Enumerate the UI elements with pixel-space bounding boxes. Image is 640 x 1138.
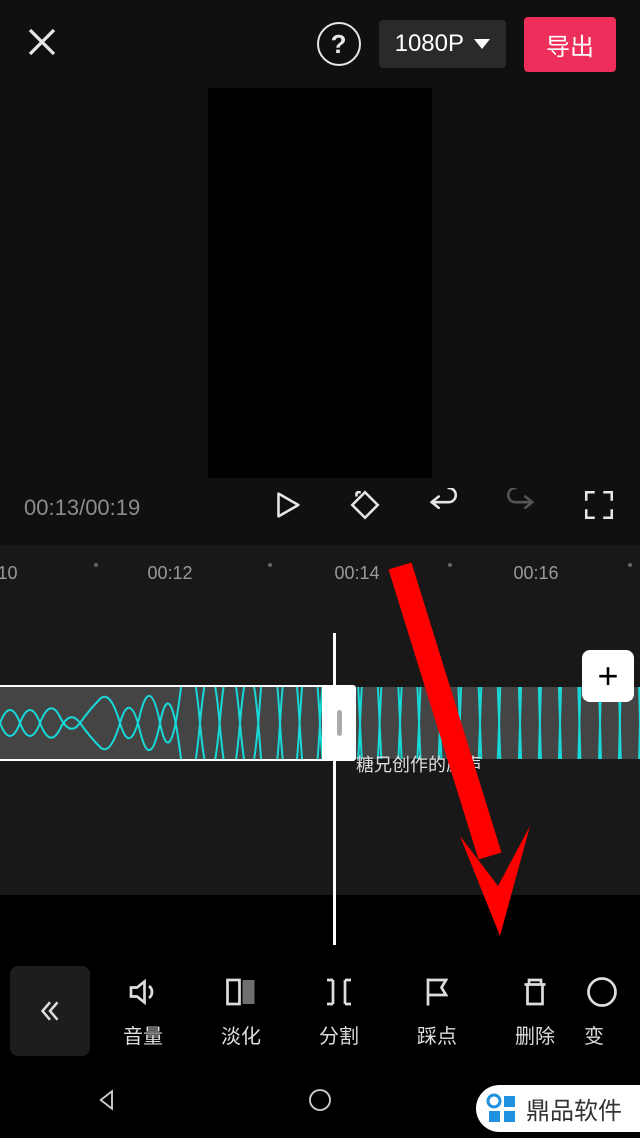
tool-speed[interactable]: 变 [584, 974, 624, 1049]
keyframe-icon [348, 488, 382, 522]
keyframe-button[interactable] [348, 488, 382, 527]
fade-icon [223, 974, 259, 1010]
ruler-dot [268, 563, 272, 567]
clip-handle[interactable] [322, 685, 356, 761]
video-preview [0, 88, 640, 478]
play-icon [270, 488, 304, 522]
help-button[interactable]: ? [317, 22, 361, 66]
resolution-label: 1080P [395, 30, 464, 58]
header-actions: ? 1080P 导出 [317, 17, 616, 72]
chevron-double-left-icon [35, 996, 65, 1026]
watermark: 鼎品软件 [476, 1085, 640, 1132]
ruler-dot [628, 563, 632, 567]
plus-icon: + [597, 655, 618, 697]
ruler-dot [94, 563, 98, 567]
trash-icon [517, 974, 553, 1010]
clip-title: 糖兄创作的原声 [356, 751, 482, 777]
question-icon: ? [331, 29, 347, 60]
playback-controls: 00:13/00:19 [0, 478, 640, 545]
fullscreen-button[interactable] [582, 488, 616, 527]
audio-track[interactable]: 糖兄创作的原声 [0, 633, 640, 853]
time-ruler: 0:10 00:12 00:14 00:16 [0, 553, 640, 593]
video-canvas[interactable] [208, 88, 432, 478]
undo-icon [426, 488, 460, 522]
ruler-dot [448, 563, 452, 567]
time-display: 00:13/00:19 [24, 495, 270, 521]
tool-beat[interactable]: 踩点 [388, 974, 486, 1049]
tool-split[interactable]: 分割 [290, 974, 388, 1049]
tool-fade[interactable]: 淡化 [192, 974, 290, 1049]
flag-icon [419, 974, 455, 1010]
ruler-tick: 00:14 [334, 563, 379, 584]
playhead[interactable] [333, 633, 336, 945]
chevron-down-icon [474, 39, 490, 49]
circle-icon [305, 1085, 335, 1115]
play-button[interactable] [270, 488, 304, 527]
volume-icon [125, 974, 161, 1010]
header-bar: ? 1080P 导出 [0, 0, 640, 88]
export-label: 导出 [546, 34, 594, 61]
ruler-tick: 00:12 [147, 563, 192, 584]
add-clip-button[interactable]: + [582, 650, 634, 702]
bottom-toolbar: 音量 淡化 分割 踩点 删除 变 [0, 956, 640, 1066]
nav-home[interactable] [305, 1085, 335, 1120]
triangle-left-icon [92, 1085, 122, 1115]
tool-volume[interactable]: 音量 [94, 974, 192, 1049]
undo-button[interactable] [426, 488, 460, 527]
ruler-tick: 0:10 [0, 563, 18, 584]
clip-selection[interactable] [0, 685, 334, 761]
back-button[interactable] [10, 966, 90, 1056]
tool-delete[interactable]: 删除 [486, 974, 584, 1049]
redo-icon [504, 488, 538, 522]
watermark-text: 鼎品软件 [526, 1091, 622, 1126]
timeline[interactable]: 0:10 00:12 00:14 00:16 糖兄创作的原声 [0, 545, 640, 895]
nav-back[interactable] [92, 1085, 122, 1120]
export-button[interactable]: 导出 [524, 17, 616, 72]
close-button[interactable] [24, 24, 60, 65]
ruler-tick: 00:16 [513, 563, 558, 584]
close-icon [24, 24, 60, 60]
speed-icon [584, 974, 620, 1010]
split-icon [321, 974, 357, 1010]
redo-button[interactable] [504, 488, 538, 527]
fullscreen-icon [582, 488, 616, 522]
tool-items: 音量 淡化 分割 踩点 删除 变 [94, 974, 640, 1049]
resolution-dropdown[interactable]: 1080P [379, 20, 506, 68]
logo-icon [484, 1091, 520, 1127]
